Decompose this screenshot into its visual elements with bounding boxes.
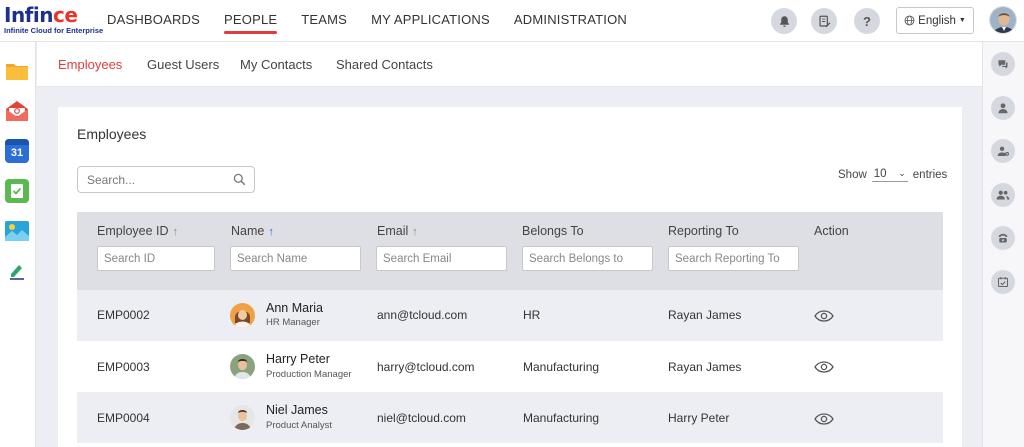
search-box <box>77 166 255 193</box>
tab-guest-users[interactable]: Guest Users <box>147 57 219 72</box>
employees-card: Employees Show 10⌄ entries Employee ID↑ … <box>58 107 962 447</box>
filter-email-input[interactable] <box>376 246 507 271</box>
tab-my-contacts[interactable]: My Contacts <box>240 57 312 72</box>
col-employee-id[interactable]: Employee ID ↑ <box>97 224 178 238</box>
phone-icon[interactable] <box>991 226 1015 250</box>
table-header: Employee ID ↑ Name ↑ Email ↑ Belongs To Rep… <box>77 212 943 290</box>
employee-name[interactable]: Harry Peter <box>266 352 330 366</box>
bell-icon[interactable] <box>771 8 797 34</box>
employee-name[interactable]: Ann Maria <box>266 301 323 315</box>
eye-icon[interactable] <box>814 310 834 322</box>
col-email[interactable]: Email ↑ <box>377 224 418 238</box>
employee-role: HR Manager <box>266 317 320 328</box>
employee-email: niel@tcloud.com <box>377 411 466 425</box>
calendar-icon[interactable]: 31 <box>5 139 29 163</box>
employee-id: EMP0003 <box>97 360 150 374</box>
eye-icon[interactable] <box>814 413 834 425</box>
employee-role: Product Analyst <box>266 420 333 431</box>
employee-email: ann@tcloud.com <box>377 308 468 322</box>
reporting-to: Rayan James <box>668 360 742 374</box>
col-action: Action <box>814 224 849 238</box>
table-row[interactable]: EMP0002 Ann Maria HR Manager ann@tcloud.… <box>77 290 943 341</box>
help-icon[interactable]: ? <box>854 8 880 34</box>
nav-people[interactable]: PEOPLE <box>224 0 278 42</box>
mail-icon[interactable] <box>5 99 29 123</box>
employee-role: Production Manager <box>266 369 352 380</box>
employee-id: EMP0004 <box>97 411 150 425</box>
brand-name: Infince <box>4 3 78 27</box>
brand-logo[interactable]: Infince Infinite Cloud for Enterprise <box>4 4 114 38</box>
main-nav: DASHBOARDS PEOPLE TEAMS MY APPLICATIONS … <box>107 0 651 42</box>
chevron-down-icon: ⌄ <box>898 168 906 178</box>
brand-tagline: Infinite Cloud for Enterprise <box>4 26 104 35</box>
entries-select[interactable]: 10 ⌄ <box>871 168 908 182</box>
avatar <box>230 303 255 328</box>
avatar <box>230 354 255 379</box>
filter-name-input[interactable] <box>230 246 361 271</box>
belongs-to: HR <box>523 308 541 322</box>
user-avatar[interactable] <box>989 6 1017 34</box>
filter-reporting-input[interactable] <box>668 246 799 271</box>
nav-teams[interactable]: TEAMS <box>301 0 347 42</box>
col-belongs-to: Belongs To <box>522 224 584 238</box>
reporting-to: Rayan James <box>668 308 742 322</box>
language-selector[interactable]: English ▼ <box>896 7 974 34</box>
globe-icon <box>904 15 915 26</box>
document-edit-icon[interactable] <box>811 8 837 34</box>
entries-control: Show 10 ⌄ entries <box>838 168 947 182</box>
reporting-to: Harry Peter <box>668 411 730 425</box>
tasks-icon[interactable] <box>5 179 29 203</box>
language-label: English <box>918 14 956 27</box>
user-icon[interactable] <box>991 96 1015 120</box>
nav-my-applications[interactable]: MY APPLICATIONS <box>371 0 490 42</box>
calendar-check-icon[interactable] <box>991 270 1015 294</box>
search-input[interactable] <box>78 167 228 192</box>
tab-employees[interactable]: Employees <box>58 57 122 72</box>
top-bar: Infince Infinite Cloud for Enterprise DA… <box>0 0 1024 42</box>
entries-label: entries <box>912 169 948 181</box>
folder-icon[interactable] <box>5 59 29 83</box>
col-name[interactable]: Name ↑ <box>231 224 274 238</box>
tab-shared-contacts[interactable]: Shared Contacts <box>336 57 433 72</box>
people-subtabs: Employees Guest Users My Contacts Shared… <box>37 42 982 87</box>
chevron-down-icon: ▼ <box>958 17 966 24</box>
avatar <box>230 405 255 430</box>
right-sidebar <box>982 42 1024 447</box>
filter-belongs-input[interactable] <box>522 246 653 271</box>
calendar-day: 31 <box>10 147 24 159</box>
belongs-to: Manufacturing <box>523 411 600 425</box>
filter-id-input[interactable] <box>97 246 215 271</box>
group-icon[interactable] <box>991 183 1015 207</box>
table-row[interactable]: EMP0003 Harry Peter Production Manager h… <box>77 341 943 392</box>
gallery-icon[interactable] <box>5 219 29 243</box>
sort-arrow-icon[interactable]: ↑ <box>268 226 274 238</box>
card-title: Employees <box>77 126 147 142</box>
col-reporting-to: Reporting To <box>668 224 739 238</box>
show-label: Show <box>838 169 867 181</box>
search-icon[interactable] <box>233 173 246 186</box>
employee-email: harry@tcloud.com <box>377 360 475 374</box>
app-sidebar: 31 <box>0 42 36 447</box>
e-sign-icon[interactable] <box>5 259 29 283</box>
employee-id: EMP0002 <box>97 308 150 322</box>
eye-icon[interactable] <box>814 361 834 373</box>
sort-arrow-icon[interactable]: ↑ <box>173 226 179 238</box>
nav-administration[interactable]: ADMINISTRATION <box>514 0 627 42</box>
nav-dashboards[interactable]: DASHBOARDS <box>107 0 200 42</box>
chat-icon[interactable] <box>991 52 1015 76</box>
sort-arrow-icon[interactable]: ↑ <box>412 226 418 238</box>
user-settings-icon[interactable] <box>991 139 1015 163</box>
employee-name[interactable]: Niel James <box>266 403 328 417</box>
belongs-to: Manufacturing <box>523 360 600 374</box>
table-row[interactable]: EMP0004 Niel James Product Analyst niel@… <box>77 392 943 443</box>
